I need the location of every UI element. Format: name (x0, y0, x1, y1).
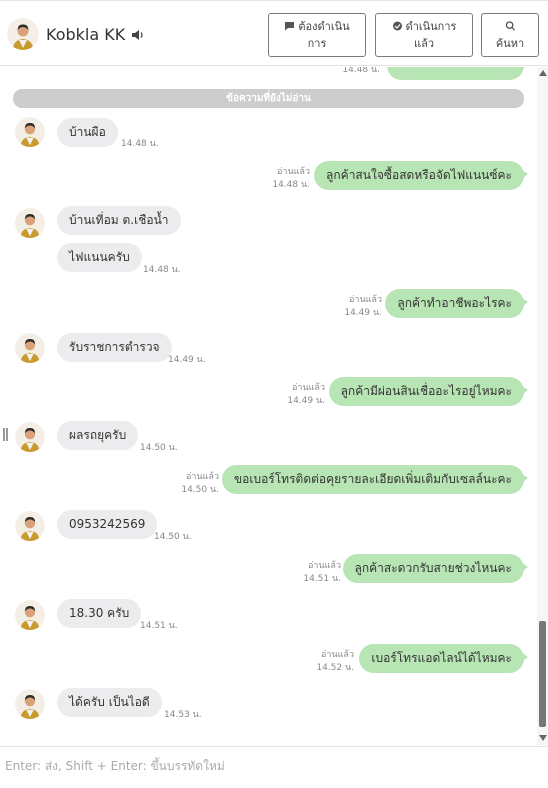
search-label: ค้นหา (495, 37, 525, 50)
message-read-status: อ่านแล้ว 14.49 น. (287, 382, 325, 408)
message-bubble-incoming[interactable]: ได้ครับ เป็นไอดี (57, 688, 162, 717)
completed-label-1: ดำเนินการ (405, 20, 457, 33)
message-time: 14.50 น. (181, 485, 219, 495)
chat-header: Kobkla KK ต้องดำเนิน การ ดำเนินการ แล้ว … (0, 6, 548, 66)
check-bubble-icon (392, 21, 402, 31)
message-time: 14.49 น. (287, 396, 325, 406)
message-read-status: อ่านแล้ว 14.51 น. (303, 560, 341, 586)
scrollbar[interactable] (537, 67, 548, 745)
message-time: 14.51 น. (303, 574, 341, 584)
message-list[interactable]: 14.48 น. ข้อความที่ยังไม่อ่าน บ้านผือ 14… (0, 67, 537, 745)
message-bubble-outgoing[interactable]: เบอร์โทรแอดไลน์ได้ไหมคะ (359, 644, 528, 673)
read-receipt: อ่านแล้ว (349, 295, 382, 305)
message-bubble-incoming[interactable]: บ้านเที่อม ต.เชือน้ำ (57, 206, 181, 235)
message-bubble-incoming[interactable]: 18.30 ครับ (57, 599, 142, 628)
message-bubble-outgoing[interactable]: ลูกค้าทำอาชีพอะไรคะ (385, 289, 528, 318)
resize-handle-icon[interactable] (3, 426, 9, 441)
message-time: 14.52 น. (316, 663, 354, 673)
contact-avatar (15, 208, 45, 238)
contact-avatar (15, 333, 45, 363)
scroll-up-arrow-icon[interactable] (539, 70, 547, 76)
message-bubble-incoming[interactable]: บ้านผือ (57, 118, 118, 147)
message-bubble-outgoing[interactable]: ขอเบอร์โทรติดต่อคุยรายละเอียดเพิ่มเติมกั… (221, 465, 529, 494)
contact-avatar (15, 422, 45, 452)
message-time: 14.50 น. (154, 532, 192, 542)
completed-label-2: แล้ว (413, 37, 434, 50)
needs-action-button[interactable]: ต้องดำเนิน การ (268, 13, 366, 57)
chat-bubble-icon (285, 22, 295, 31)
message-composer (0, 746, 548, 788)
read-receipt: อ่านแล้ว (308, 561, 341, 571)
message-bubble-outgoing[interactable]: ลูกค้าสะดวกรับสายช่วงไหนคะ (342, 554, 529, 583)
contact-avatar (15, 511, 45, 541)
message-bubble-incoming[interactable]: รับราชการตำรวจ (57, 333, 172, 362)
message-time: 14.48 น. (272, 180, 310, 190)
unread-divider: ข้อความที่ยังไม่อ่าน (13, 89, 524, 108)
needs-action-label-2: การ (307, 37, 327, 50)
message-time: 14.49 น. (168, 355, 206, 365)
top-divider (0, 0, 548, 5)
read-receipt: อ่านแล้ว (292, 383, 325, 393)
contact-avatar (15, 117, 45, 147)
read-receipt: อ่านแล้ว (186, 472, 219, 482)
needs-action-label-1: ต้องดำเนิน (298, 20, 350, 33)
message-time: 14.51 น. (140, 621, 178, 631)
contact-avatar (15, 600, 45, 630)
contact-avatar (15, 689, 45, 719)
read-receipt: อ่านแล้ว (321, 650, 354, 660)
scrollbar-thumb[interactable] (539, 621, 546, 727)
read-receipt: อ่านแล้ว (277, 167, 310, 177)
message-bubble-outgoing[interactable]: ลูกค้าสนใจซื้อสดหรือจัดไฟแนนซ์คะ (314, 161, 528, 190)
message-bubble-incoming[interactable]: ผลรถยุครับ (57, 421, 139, 450)
message-bubble-outgoing[interactable]: ลูกค้ามีผ่อนสินเชื่ออะไรอยู่ไหมคะ (328, 377, 529, 406)
scroll-down-arrow-icon[interactable] (539, 735, 547, 741)
contact-name: Kobkla KK (46, 25, 126, 44)
search-button[interactable]: ค้นหา (481, 13, 539, 57)
message-time: 14.48 น. (143, 265, 181, 275)
contact-avatar[interactable] (7, 18, 39, 50)
message-time: 14.50 น. (140, 443, 178, 453)
message-read-status: อ่านแล้ว 14.52 น. (316, 649, 354, 675)
message-read-status: อ่านแล้ว 14.49 น. (344, 294, 382, 320)
message-time: 14.53 น. (164, 710, 202, 720)
search-icon (505, 21, 515, 31)
message-bubble-outgoing[interactable] (387, 67, 528, 80)
message-bubble-incoming[interactable]: ไฟแนนครับ (57, 243, 142, 272)
completed-button[interactable]: ดำเนินการ แล้ว (375, 13, 473, 57)
message-time: 14.49 น. (344, 308, 382, 318)
speaker-icon[interactable] (131, 29, 145, 41)
message-bubble-incoming[interactable]: 0953242569 (57, 510, 158, 539)
message-time: 14.48 น. (342, 67, 380, 75)
message-read-status: อ่านแล้ว 14.50 น. (181, 471, 219, 497)
message-time: 14.48 น. (121, 139, 159, 149)
message-input[interactable] (5, 755, 525, 777)
message-read-status: อ่านแล้ว 14.48 น. (272, 166, 310, 192)
